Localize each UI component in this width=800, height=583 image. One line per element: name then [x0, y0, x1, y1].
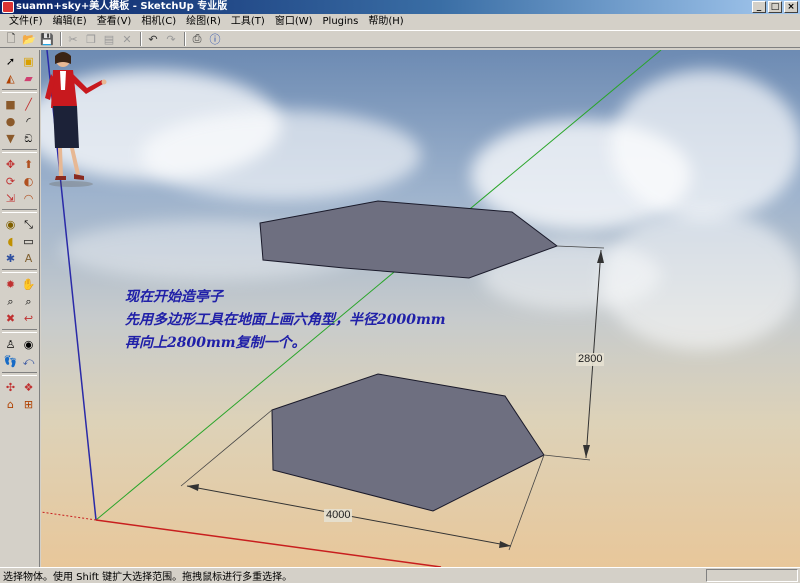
close-button[interactable]: ×: [784, 1, 798, 13]
menu-draw[interactable]: 绘图(R): [181, 14, 226, 30]
menu-view[interactable]: 查看(V): [92, 14, 137, 30]
dimension-extension: [180, 409, 273, 487]
window-title: suamn+sky+美人模板 - SketchUp 专业版: [16, 1, 228, 12]
paint-bucket-icon[interactable]: ◭: [2, 71, 19, 86]
open-icon[interactable]: 📂: [21, 31, 37, 47]
menu-file[interactable]: 文件(F): [4, 14, 48, 30]
push-pull-icon[interactable]: ⬆: [20, 157, 37, 172]
menu-camera[interactable]: 相机(C): [136, 14, 181, 30]
menu-tools[interactable]: 工具(T): [226, 14, 270, 30]
make-component-icon[interactable]: ▣: [20, 54, 37, 69]
red-axis-negative: [41, 511, 97, 521]
sketchup-app-icon[interactable]: [2, 1, 14, 13]
dimension-icon[interactable]: ⤡: [20, 217, 37, 232]
save-icon[interactable]: 💾: [39, 31, 55, 47]
freehand-icon[interactable]: ඞ: [20, 131, 37, 146]
toolbar-separator: [140, 32, 142, 46]
walk-icon[interactable]: 👣: [2, 354, 19, 369]
caption-line-3: 再向上2800mm复制一个。: [125, 335, 306, 351]
protractor-icon[interactable]: ◖: [2, 234, 19, 249]
offset-icon[interactable]: ◠: [20, 191, 37, 206]
paste-icon[interactable]: ▤: [101, 31, 117, 47]
toolbar-separator: [184, 32, 186, 46]
zoom-extents-icon[interactable]: ✖: [2, 311, 19, 326]
width-dimension-label[interactable]: 4000: [324, 509, 353, 522]
move-icon[interactable]: ✥: [2, 157, 19, 172]
zoom-window-icon[interactable]: ⌕: [20, 294, 37, 309]
red-axis: [95, 519, 442, 567]
palette-separator: [2, 372, 37, 376]
line-icon[interactable]: ╱: [20, 97, 37, 112]
menu-bar: 文件(F) 编辑(E) 查看(V) 相机(C) 绘图(R) 工具(T) 窗口(W…: [0, 14, 800, 30]
height-dimension-label[interactable]: 2800: [576, 353, 605, 366]
3d-text-icon[interactable]: A: [20, 251, 37, 266]
info-icon[interactable]: ⓘ: [207, 31, 223, 47]
status-text: 选择物体。使用 Shift 键扩大选择范围。拖拽鼠标进行多重选择。: [3, 572, 293, 583]
dimension-extension: [556, 245, 605, 249]
cut-icon[interactable]: ✂: [65, 31, 81, 47]
pan-icon[interactable]: ✋: [20, 277, 37, 292]
minimize-button[interactable]: _: [752, 1, 766, 13]
caption-line-2: 先用多边形工具在地面上画六角型，半径2000mm: [125, 312, 446, 328]
axes-icon[interactable]: ✱: [2, 251, 19, 266]
tool-palette: ➚ ▣ ◭ ▰ ■ ╱ ● ◜ ▼ ඞ ✥ ⬆ ⟳ ◐ ⇲ ◠ ◉ ⤡ ◖ ▭ ✱ A ✹ ✋ ⌕ ⌕ ✖…: [0, 50, 40, 567]
palette-separator: [2, 209, 37, 213]
orbit-icon[interactable]: ✹: [2, 277, 19, 292]
scale-figure-woman[interactable]: [41, 50, 111, 190]
polygon-icon[interactable]: ▼: [2, 131, 19, 146]
text-icon[interactable]: ▭: [20, 234, 37, 249]
hexagon-bottom[interactable]: [271, 373, 545, 512]
circle-icon[interactable]: ●: [2, 114, 19, 129]
rotate-icon[interactable]: ⟳: [2, 174, 19, 189]
zoom-icon[interactable]: ⌕: [2, 294, 19, 309]
menu-window[interactable]: 窗口(W): [270, 14, 318, 30]
undo-icon[interactable]: ↶: [145, 31, 161, 47]
stamp-icon[interactable]: ❖: [20, 380, 37, 395]
dimension-arrow: [499, 541, 511, 548]
copy-icon[interactable]: ❐: [83, 31, 99, 47]
palette-separator: [2, 329, 37, 333]
dimension-arrow: [597, 250, 604, 263]
menu-plugins[interactable]: Plugins: [318, 14, 364, 30]
arc-icon[interactable]: ◜: [20, 114, 37, 129]
new-icon[interactable]: 🗋: [3, 31, 19, 47]
dimension-arrow: [583, 445, 590, 458]
smoove-icon[interactable]: ⌂: [2, 397, 19, 412]
menu-edit[interactable]: 编辑(E): [48, 14, 92, 30]
toolbar-separator: [60, 32, 62, 46]
model-viewport[interactable]: 2800 4000 现在开始造亭子 先用多边形工具在地面上画六角型，半径2000…: [41, 50, 800, 567]
palette-separator: [2, 269, 37, 273]
rectangle-icon[interactable]: ■: [2, 97, 19, 112]
print-icon[interactable]: ⎙: [189, 31, 205, 47]
previous-view-icon[interactable]: ↩: [20, 311, 37, 326]
section-plane-icon[interactable]: ⤺: [20, 354, 37, 369]
select-icon[interactable]: ➚: [2, 54, 19, 69]
caption-line-1: 现在开始造亭子: [125, 289, 223, 305]
sandbox-icon[interactable]: ✣: [2, 380, 19, 395]
maximize-button[interactable]: □: [768, 1, 782, 13]
palette-separator: [2, 149, 37, 153]
dimension-arrow: [187, 484, 199, 491]
eraser-icon[interactable]: ▰: [20, 71, 37, 86]
dimension-extension: [543, 454, 591, 461]
measurements-box[interactable]: [706, 569, 798, 582]
palette-separator: [2, 89, 37, 93]
menu-help[interactable]: 帮助(H): [363, 14, 408, 30]
delete-icon[interactable]: ✕: [119, 31, 135, 47]
look-around-icon[interactable]: ◉: [20, 337, 37, 352]
status-bar: 选择物体。使用 Shift 键扩大选择范围。拖拽鼠标进行多重选择。: [0, 567, 800, 583]
title-bar: suamn+sky+美人模板 - SketchUp 专业版 _ □ ×: [0, 0, 800, 14]
follow-me-icon[interactable]: ◐: [20, 174, 37, 189]
drape-icon[interactable]: ⊞: [20, 397, 37, 412]
scale-icon[interactable]: ⇲: [2, 191, 19, 206]
tutorial-caption: 现在开始造亭子 先用多边形工具在地面上画六角型，半径2000mm 再向上2800…: [125, 286, 446, 355]
position-camera-icon[interactable]: ♙: [2, 337, 19, 352]
tape-measure-icon[interactable]: ◉: [2, 217, 19, 232]
redo-icon[interactable]: ↷: [163, 31, 179, 47]
hexagon-top[interactable]: [259, 200, 559, 279]
standard-toolbar: 🗋 📂 💾 ✂ ❐ ▤ ✕ ↶ ↷ ⎙ ⓘ: [0, 30, 800, 48]
